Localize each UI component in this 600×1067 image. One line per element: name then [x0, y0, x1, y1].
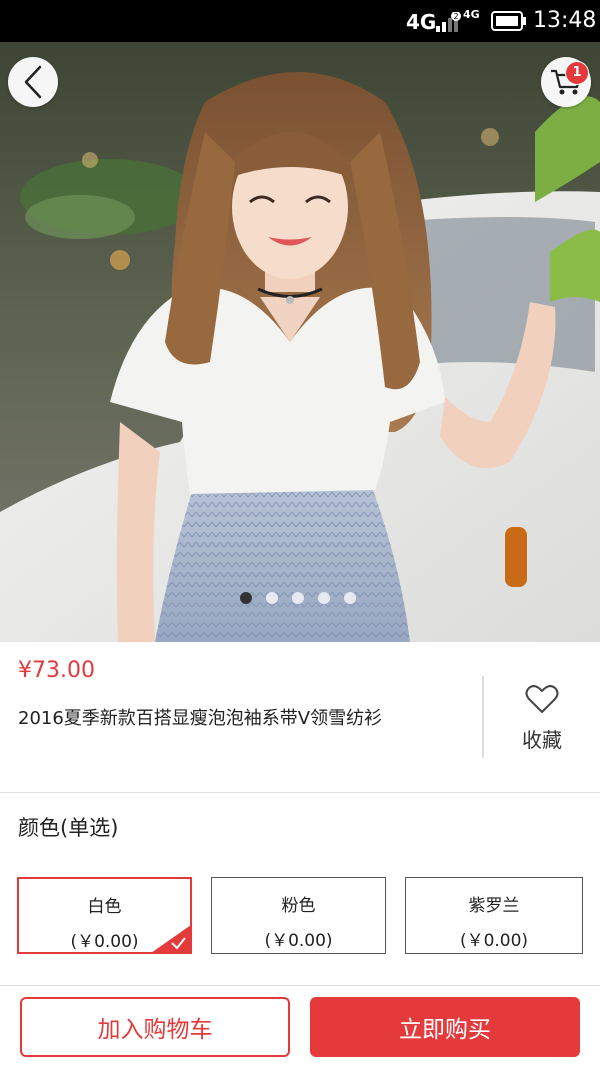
product-price: ¥73.00: [18, 658, 95, 683]
product-title: 2016夏季新款百搭显瘦泡泡袖系带V领雪纺衫: [18, 708, 383, 729]
section-divider: [0, 792, 600, 793]
carousel-indicator: [240, 592, 356, 604]
favorite-button[interactable]: 收藏: [500, 684, 584, 753]
color-option-name: 粉色: [281, 896, 316, 916]
network-type: 4G: [406, 10, 437, 34]
chevron-left-icon: [24, 65, 42, 99]
cart-count-badge: 1: [565, 61, 589, 85]
carousel-dot[interactable]: [266, 592, 278, 604]
heart-icon: [525, 685, 559, 713]
color-option-name: 紫罗兰: [468, 896, 520, 916]
color-option-white[interactable]: 白色 (￥0.00): [17, 877, 192, 954]
color-option-violet[interactable]: 紫罗兰 (￥0.00): [405, 877, 583, 954]
carousel-dot[interactable]: [292, 592, 304, 604]
product-image-carousel[interactable]: 1: [0, 42, 600, 642]
carousel-dot[interactable]: [344, 592, 356, 604]
battery-icon: [491, 11, 526, 31]
carousel-dot[interactable]: [318, 592, 330, 604]
product-photo: [0, 42, 600, 642]
color-option-pink[interactable]: 粉色 (￥0.00): [211, 877, 386, 954]
color-selector-title: 颜色(单选): [18, 816, 119, 840]
color-option-price: (￥0.00): [264, 931, 333, 951]
carousel-dot[interactable]: [240, 592, 252, 604]
network-type-secondary: 4G: [463, 8, 480, 21]
add-to-cart-button[interactable]: 加入购物车: [20, 997, 290, 1057]
favorite-label: 收藏: [522, 728, 562, 752]
status-bar: 4G 2 4G 13:48: [0, 0, 600, 42]
product-detail-screen: 4G 2 4G 13:48 1 ¥73.00 2016夏季新款百搭显瘦泡泡袖系带…: [0, 0, 600, 1067]
sim-index: 2: [453, 12, 458, 21]
color-option-name: 白色: [87, 897, 122, 917]
color-option-price: (￥0.00): [459, 931, 529, 951]
back-button[interactable]: [8, 57, 58, 107]
divider: [482, 676, 484, 758]
clock: 13:48: [533, 8, 597, 33]
buy-now-button[interactable]: 立即购买: [310, 997, 580, 1057]
signal-icon: 2: [436, 12, 461, 32]
selected-check-icon: [151, 925, 191, 953]
bottom-action-bar: 加入购物车 立即购买: [0, 986, 600, 1067]
